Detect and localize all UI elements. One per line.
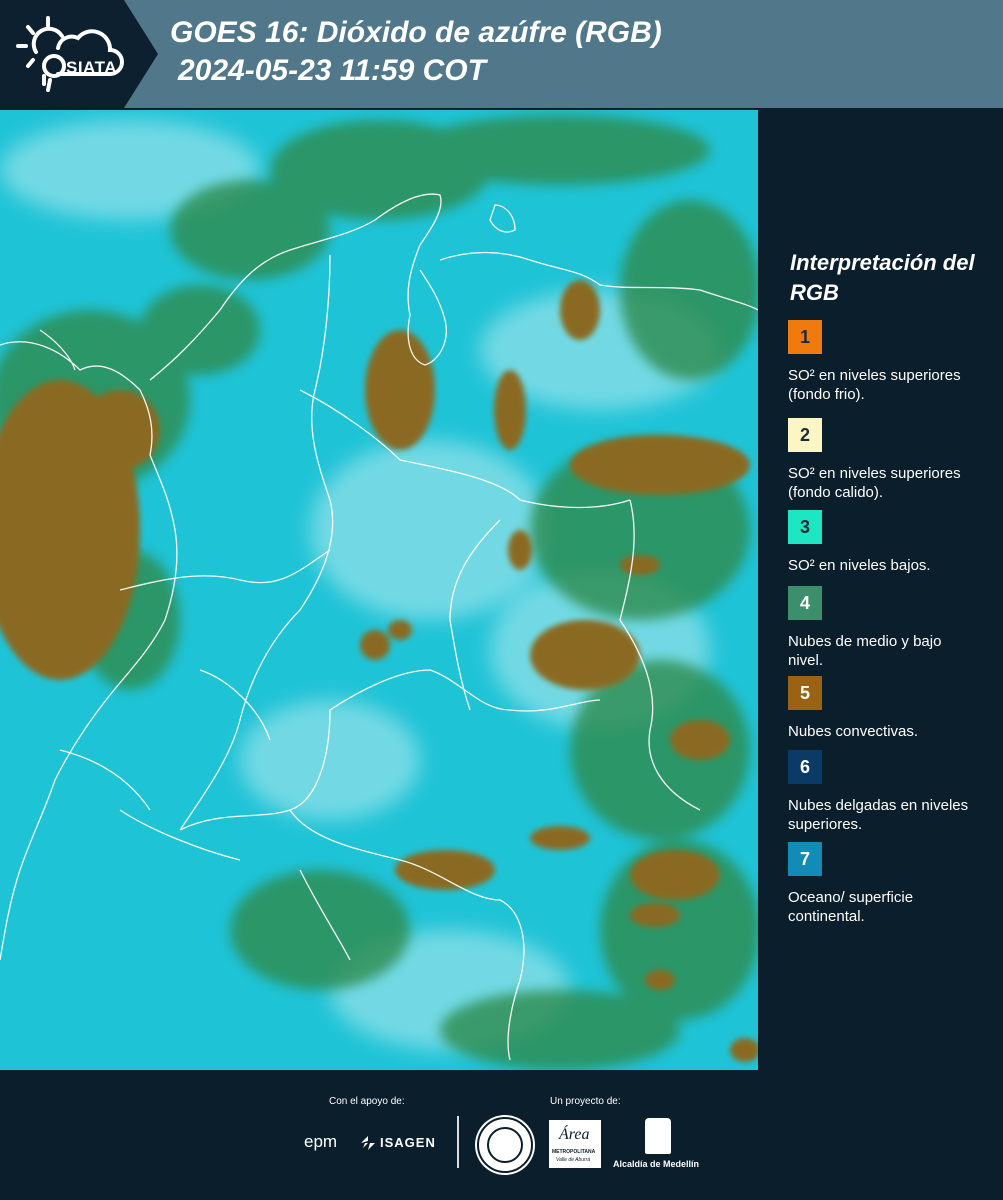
isagen-logo: ISAGEN bbox=[380, 1135, 436, 1150]
legend-label-3: SO² en niveles bajos. bbox=[788, 557, 931, 574]
project-label: Un proyecto de: bbox=[550, 1096, 621, 1107]
legend-swatch-7: 7 bbox=[788, 842, 822, 876]
legend-swatch-4: 4 bbox=[788, 586, 822, 620]
alcaldia-label: Alcaldía de Medellín bbox=[613, 1159, 700, 1169]
area-metropolitana-logo: Área METROPOLITANA Valle de Aburrá bbox=[549, 1120, 601, 1168]
footer-divider bbox=[457, 1116, 459, 1168]
legend-label-5: Nubes convectivas. bbox=[788, 723, 919, 740]
legend-swatch-1: 1 bbox=[788, 320, 822, 354]
header: SIATA GOES 16: Dióxido de azúfre (RGB) 2… bbox=[0, 0, 1003, 108]
legend-label-7: Oceano/ superficie continental. bbox=[788, 889, 914, 925]
legend-swatch-5: 5 bbox=[788, 676, 822, 710]
siata-logo: SIATA bbox=[14, 14, 126, 94]
legend-item-5: 5 Nubes convectivas. bbox=[788, 676, 988, 741]
legend-panel: Interpretación del RGB 1 SO² en niveles … bbox=[760, 110, 1003, 1068]
alcaldia-crest-icon bbox=[645, 1118, 671, 1154]
legend-label-6: Nubes delgadas en niveles superiores. bbox=[788, 797, 969, 833]
seal-ring bbox=[487, 1127, 523, 1163]
siata-sun-cloud-icon bbox=[16, 16, 124, 92]
support-label: Con el apoyo de: bbox=[329, 1096, 405, 1107]
footer: Con el apoyo de: Un proyecto de: epm ISA… bbox=[0, 1070, 1003, 1200]
legend-label-4: Nubes de medio y bajo nivel. bbox=[788, 633, 942, 669]
legend-label-1: SO² en niveles superiores (fondo frio). bbox=[788, 367, 961, 403]
legend-item-4: 4 Nubes de medio y bajo nivel. bbox=[788, 586, 988, 670]
epm-logo: epm bbox=[304, 1132, 338, 1151]
legend-item-6: 6 Nubes delgadas en niveles superiores. bbox=[788, 750, 988, 834]
area-sub-1: METROPOLITANA bbox=[552, 1149, 596, 1155]
legend-item-7: 7 Oceano/ superficie continental. bbox=[788, 842, 988, 926]
legend-item-3: 3 SO² en niveles bajos. bbox=[788, 510, 988, 575]
legend-swatch-6: 6 bbox=[788, 750, 822, 784]
title-line-2: 2024-05-23 11:59 COT bbox=[178, 54, 486, 87]
medellin-seal-logo bbox=[477, 1117, 533, 1173]
title-line-1: GOES 16: Dióxido de azúfre (RGB) bbox=[170, 16, 662, 49]
legend-title: Interpretación del RGB bbox=[790, 250, 975, 305]
area-name: Área bbox=[559, 1126, 590, 1143]
header-chevron bbox=[124, 0, 158, 108]
page-title: GOES 16: Dióxido de azúfre (RGB) 2024-05… bbox=[170, 14, 662, 90]
satellite-map bbox=[0, 110, 758, 1070]
legend-item-2: 2 SO² en niveles superiores (fondo calid… bbox=[788, 418, 988, 502]
legend-item-1: 1 SO² en niveles superiores (fondo frio)… bbox=[788, 320, 988, 404]
logo-text: SIATA bbox=[66, 58, 117, 77]
area-sub-2: Valle de Aburrá bbox=[556, 1157, 591, 1163]
legend-label-2: SO² en niveles superiores (fondo calido)… bbox=[788, 465, 961, 501]
rgb-satellite-image bbox=[0, 110, 758, 1070]
legend-swatch-3: 3 bbox=[788, 510, 822, 544]
isagen-icon bbox=[361, 1136, 375, 1150]
legend-swatch-2: 2 bbox=[788, 418, 822, 452]
